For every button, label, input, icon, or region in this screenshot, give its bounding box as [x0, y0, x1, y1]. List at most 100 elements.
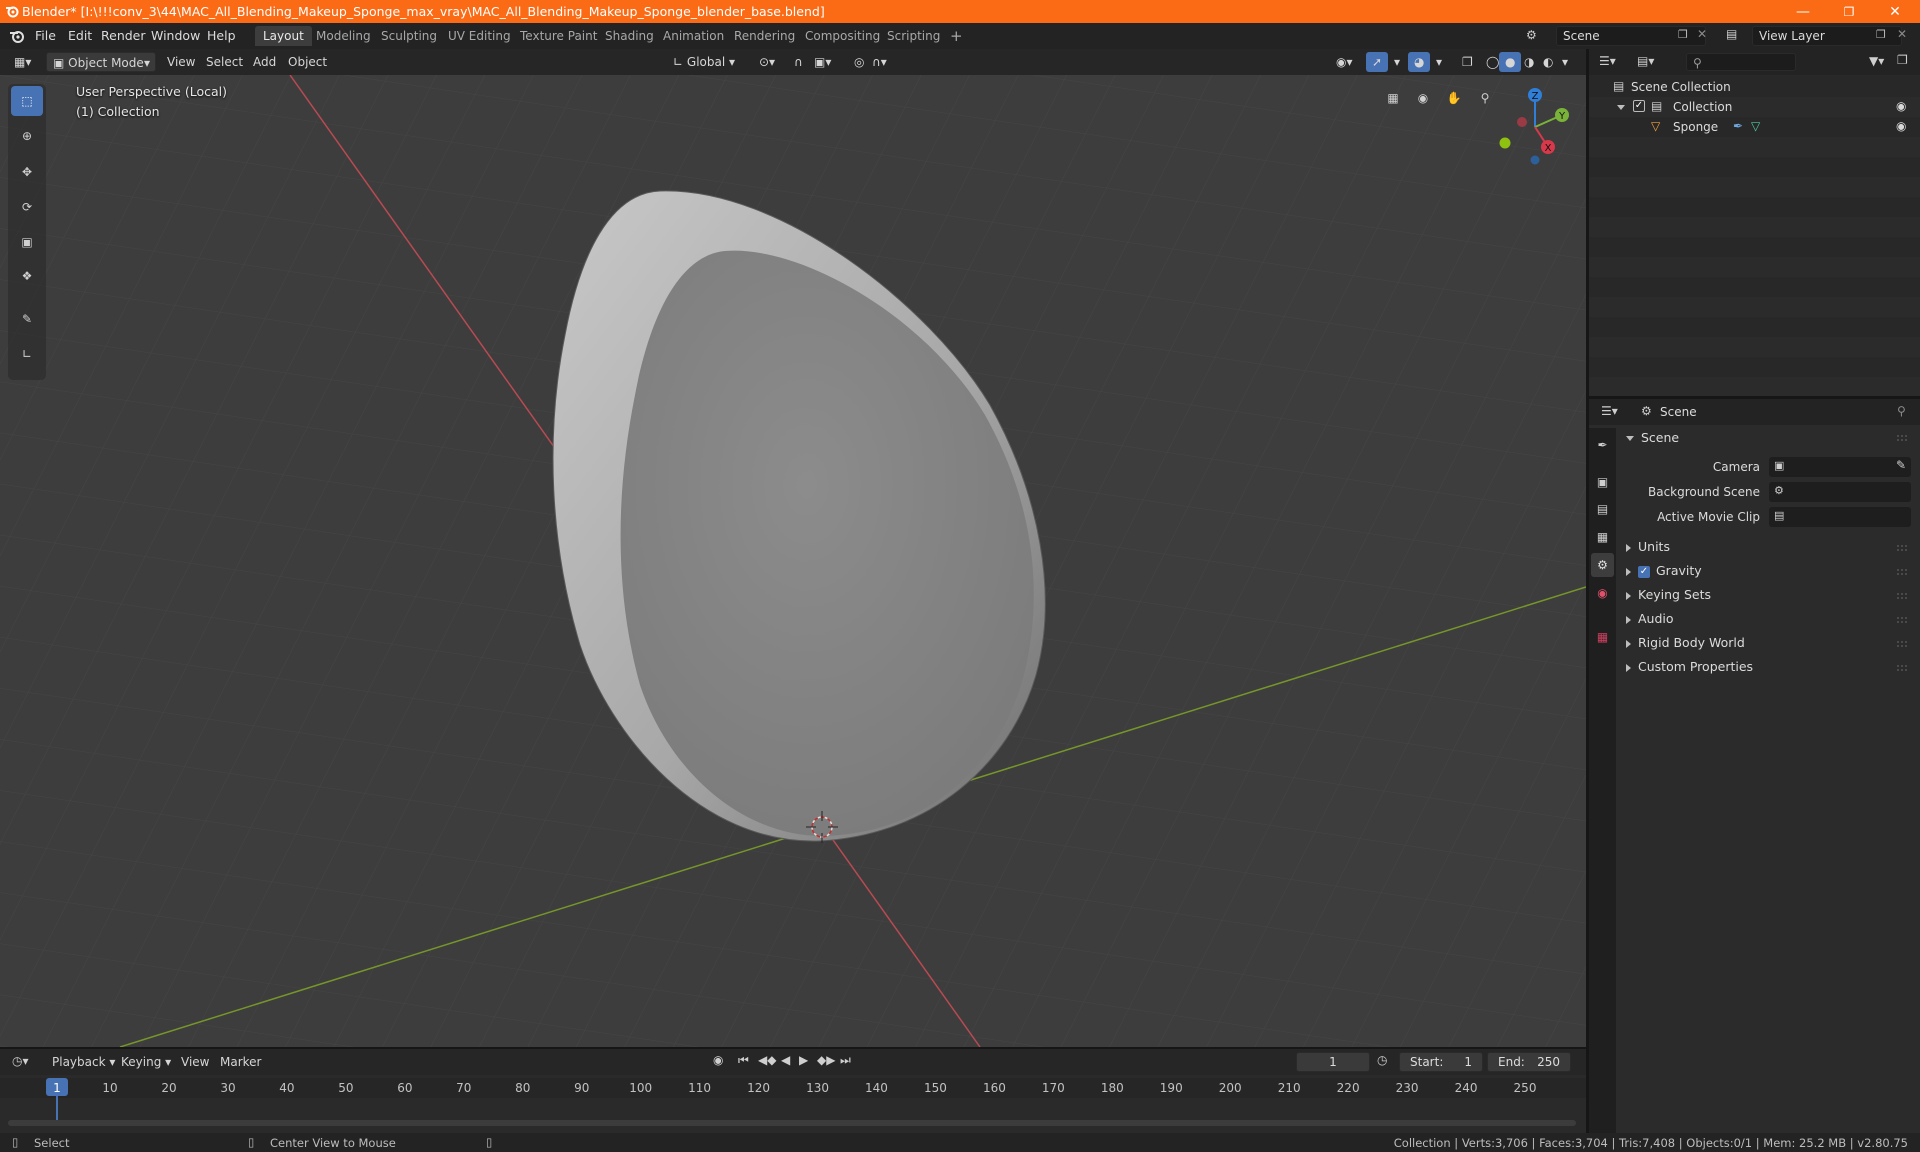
- gravity-checkbox[interactable]: ✓: [1638, 565, 1650, 578]
- camera-view-button[interactable]: ◉: [1410, 85, 1436, 111]
- timeline-menu-marker[interactable]: Marker: [214, 1052, 267, 1072]
- minimize-button[interactable]: —: [1780, 0, 1826, 23]
- jump-to-start-icon[interactable]: ⏮: [738, 1053, 749, 1068]
- active-movie-clip-field[interactable]: ▤: [1769, 507, 1911, 527]
- section-units[interactable]: Units: [1626, 539, 1670, 554]
- overlays-toggle[interactable]: ◕: [1408, 52, 1431, 72]
- next-keyframe-icon[interactable]: ◆▶: [817, 1053, 835, 1067]
- outliner-editor-type-icon[interactable]: ☰▾: [1599, 54, 1616, 68]
- visibility-button[interactable]: ◉▾: [1330, 52, 1359, 72]
- gizmo-neg-z[interactable]: [1530, 155, 1540, 165]
- pivot-point-button[interactable]: ⊙▾: [753, 52, 781, 72]
- section-audio[interactable]: Audio: [1626, 611, 1674, 626]
- blender-menu-icon[interactable]: [9, 28, 25, 44]
- scale-tool[interactable]: ▣: [11, 227, 43, 257]
- toggle-camera-view-button[interactable]: ▦: [1380, 85, 1406, 111]
- modifier-wrench-icon[interactable]: ✒: [1733, 119, 1743, 133]
- tab-uv-editing[interactable]: UV Editing: [440, 26, 519, 46]
- close-button[interactable]: ✕: [1872, 0, 1918, 23]
- drag-handle-icon[interactable]: [1896, 568, 1908, 576]
- background-scene-field[interactable]: ⚙: [1769, 482, 1911, 502]
- maximize-button[interactable]: ❐: [1826, 0, 1872, 23]
- section-keying-sets[interactable]: Keying Sets: [1626, 587, 1711, 602]
- gizmo-toggle[interactable]: ➚: [1366, 52, 1389, 72]
- drag-handle-icon[interactable]: [1896, 592, 1908, 600]
- timeline-menu-playback[interactable]: Playback ▾: [46, 1052, 121, 1072]
- viewport-menu-view[interactable]: View: [161, 52, 201, 72]
- move-tool[interactable]: ✥: [11, 157, 43, 187]
- viewport-menu-add[interactable]: Add: [247, 52, 282, 72]
- snap-target-button[interactable]: ▣▾: [808, 52, 837, 72]
- measure-tool[interactable]: ∟: [11, 339, 43, 369]
- tab-sculpting[interactable]: Sculpting: [373, 26, 445, 46]
- transform-orientation-selector[interactable]: ∟ Global ▾: [667, 52, 755, 72]
- gizmo-neg-x[interactable]: [1517, 117, 1527, 127]
- tab-texture-paint[interactable]: Texture Paint: [512, 26, 605, 46]
- menu-edit[interactable]: Edit: [68, 28, 92, 43]
- timeline-menu-keying[interactable]: Keying ▾: [115, 1052, 177, 1072]
- delete-view-layer-icon[interactable]: ✕: [1897, 27, 1907, 41]
- current-frame-field[interactable]: 1: [1296, 1052, 1370, 1072]
- snap-toggle[interactable]: ∩: [788, 52, 809, 72]
- navigation-gizmo[interactable]: Z Y X: [1490, 85, 1570, 165]
- viewport-menu-select[interactable]: Select: [200, 52, 249, 72]
- display-mode-icon[interactable]: ▤▾: [1637, 54, 1654, 68]
- viewport-menu-object[interactable]: Object: [282, 52, 333, 72]
- mode-selector[interactable]: ▣ Object Mode ▾: [46, 52, 156, 72]
- section-gravity[interactable]: ✓ Gravity: [1626, 563, 1702, 578]
- transform-tool[interactable]: ❖: [11, 261, 43, 291]
- collection-checkbox[interactable]: ✓: [1633, 100, 1645, 112]
- drag-handle-icon[interactable]: [1896, 434, 1908, 442]
- timeline-scrollbar[interactable]: [8, 1120, 1576, 1126]
- cursor-tool[interactable]: ⊕: [11, 121, 43, 151]
- tab-scripting[interactable]: Scripting: [879, 26, 948, 46]
- play-reverse-icon[interactable]: ◀: [781, 1053, 790, 1067]
- record-keyframe-icon[interactable]: ◉: [713, 1053, 723, 1067]
- tab-compositing[interactable]: Compositing: [797, 26, 888, 46]
- section-scene[interactable]: Scene: [1626, 430, 1679, 445]
- tab-scene[interactable]: ⚙: [1591, 553, 1614, 577]
- section-rigid-body-world[interactable]: Rigid Body World: [1626, 635, 1745, 650]
- falloff-button[interactable]: ∩▾: [866, 52, 893, 72]
- previous-keyframe-icon[interactable]: ◀◆: [758, 1053, 776, 1067]
- add-workspace-button[interactable]: +: [942, 26, 971, 46]
- pin-icon[interactable]: ⚲: [1897, 404, 1906, 418]
- gizmo-neg-y[interactable]: [1499, 137, 1511, 149]
- drag-handle-icon[interactable]: [1896, 640, 1908, 648]
- stopwatch-icon[interactable]: ◷: [1377, 1053, 1387, 1067]
- rotate-tool[interactable]: ⟳: [11, 192, 43, 222]
- xray-toggle[interactable]: ❐: [1456, 52, 1479, 72]
- menu-file[interactable]: File: [35, 28, 56, 43]
- outliner-row-scene-collection[interactable]: ▤ Scene Collection: [1589, 77, 1920, 97]
- collection-visibility-eye-icon[interactable]: ◉: [1896, 99, 1906, 113]
- pan-view-button[interactable]: ✋: [1441, 85, 1467, 111]
- outliner-row-collection[interactable]: ✓ ▤ Collection ◉: [1589, 97, 1920, 117]
- timeline-menu-view[interactable]: View: [175, 1052, 215, 1072]
- expand-collection-icon[interactable]: [1617, 105, 1625, 110]
- sponge-visibility-eye-icon[interactable]: ◉: [1896, 119, 1906, 133]
- tab-render[interactable]: ▣: [1591, 470, 1614, 494]
- overlays-menu-button[interactable]: ▾: [1430, 52, 1448, 72]
- properties-editor-type-icon[interactable]: ☰▾: [1601, 404, 1618, 418]
- section-custom-properties[interactable]: Custom Properties: [1626, 659, 1753, 674]
- camera-field[interactable]: ▣ ✎: [1769, 457, 1911, 477]
- outliner-row-sponge[interactable]: ▽ Sponge ✒ ▽ ◉: [1589, 117, 1920, 137]
- drag-handle-icon[interactable]: [1896, 616, 1908, 624]
- jump-to-end-icon[interactable]: ⏭: [840, 1053, 851, 1068]
- 3d-viewport[interactable]: User Perspective (Local) (1) Collection …: [0, 75, 1586, 1047]
- new-collection-icon[interactable]: ❐: [1897, 53, 1908, 67]
- play-icon[interactable]: ▶: [799, 1053, 808, 1067]
- tab-tool[interactable]: ✒: [1591, 433, 1614, 457]
- shading-menu-button[interactable]: ▾: [1556, 52, 1574, 72]
- select-box-tool[interactable]: ⬚: [11, 86, 43, 116]
- eyedropper-icon[interactable]: ✎: [1896, 458, 1906, 472]
- tab-shading[interactable]: Shading: [597, 26, 662, 46]
- drag-handle-icon[interactable]: [1896, 664, 1908, 672]
- tab-layout[interactable]: Layout: [255, 26, 312, 46]
- menu-window[interactable]: Window: [151, 28, 200, 43]
- menu-render[interactable]: Render: [101, 28, 146, 43]
- delete-scene-icon[interactable]: ✕: [1697, 27, 1707, 41]
- new-view-layer-icon[interactable]: ❐: [1876, 28, 1886, 41]
- timeline-editor-type-icon[interactable]: ◷▾: [12, 1054, 29, 1068]
- tab-modeling[interactable]: Modeling: [308, 26, 379, 46]
